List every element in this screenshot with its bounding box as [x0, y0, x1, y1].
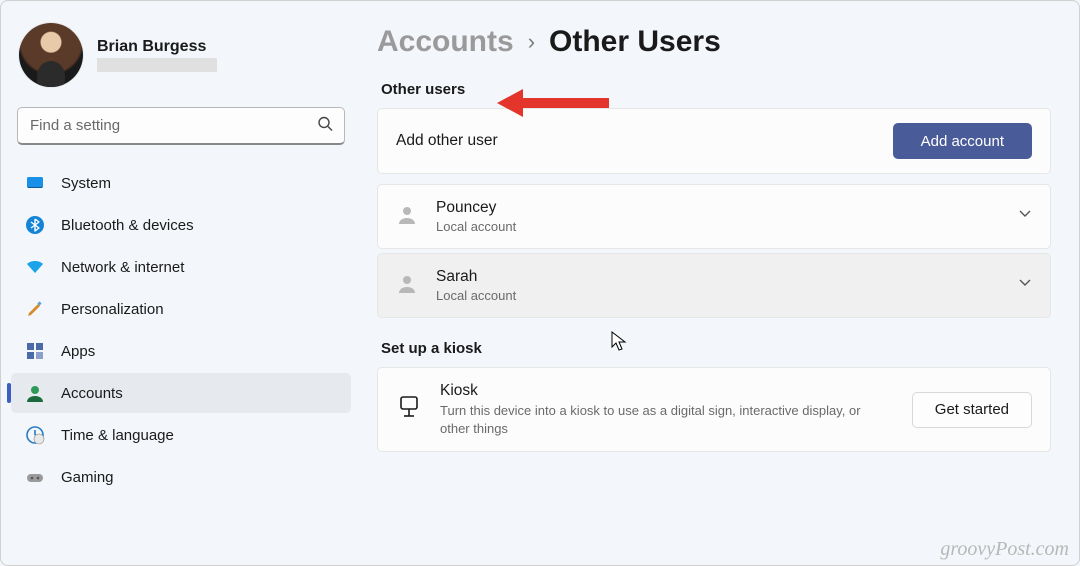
kiosk-row: Kiosk Turn this device into a kiosk to u…	[377, 367, 1051, 452]
user-row-sarah[interactable]: Sarah Local account	[377, 253, 1051, 318]
sidebar: Brian Burgess System	[1, 1, 361, 565]
chevron-right-icon: ›	[528, 29, 535, 55]
get-started-button[interactable]: Get started	[912, 392, 1032, 428]
sidebar-item-label: System	[61, 175, 111, 192]
avatar	[19, 23, 83, 87]
page-title: Other Users	[549, 25, 721, 59]
search-icon	[317, 116, 333, 137]
chevron-down-icon	[1018, 276, 1032, 295]
sidebar-item-label: Gaming	[61, 469, 114, 486]
sidebar-item-system[interactable]: System	[11, 163, 351, 203]
sidebar-item-label: Time & language	[61, 427, 174, 444]
breadcrumb-parent[interactable]: Accounts	[377, 25, 514, 59]
chevron-down-icon	[1018, 207, 1032, 226]
person-icon	[25, 383, 45, 403]
main-panel: Accounts › Other Users Other users Add o…	[361, 1, 1079, 565]
kiosk-title: Kiosk	[440, 382, 894, 400]
sidebar-nav: System Bluetooth & devices Network & int…	[11, 163, 351, 497]
search-wrap	[17, 107, 345, 145]
paintbrush-icon	[25, 299, 45, 319]
add-other-user-row: Add other user Add account	[377, 108, 1051, 174]
sidebar-item-label: Apps	[61, 343, 95, 360]
sidebar-item-apps[interactable]: Apps	[11, 331, 351, 371]
section-heading-other-users: Other users	[381, 81, 1051, 98]
section-heading-kiosk: Set up a kiosk	[381, 340, 1051, 357]
breadcrumb: Accounts › Other Users	[377, 25, 1051, 59]
person-icon	[396, 272, 418, 299]
display-icon	[25, 173, 45, 193]
bluetooth-icon	[25, 215, 45, 235]
sidebar-item-gaming[interactable]: Gaming	[11, 457, 351, 497]
kiosk-icon	[396, 394, 422, 425]
sidebar-item-label: Personalization	[61, 301, 164, 318]
user-type: Local account	[436, 288, 1000, 303]
sidebar-item-bluetooth[interactable]: Bluetooth & devices	[11, 205, 351, 245]
sidebar-item-label: Bluetooth & devices	[61, 217, 194, 234]
watermark: groovyPost.com	[940, 538, 1069, 561]
sidebar-item-personalization[interactable]: Personalization	[11, 289, 351, 329]
profile-email-redacted	[97, 58, 217, 72]
add-account-button[interactable]: Add account	[893, 123, 1032, 159]
user-name: Pouncey	[436, 199, 1000, 217]
wifi-icon	[25, 257, 45, 277]
profile-name: Brian Burgess	[97, 38, 217, 56]
sidebar-item-accounts[interactable]: Accounts	[11, 373, 351, 413]
apps-icon	[25, 341, 45, 361]
user-type: Local account	[436, 219, 1000, 234]
search-input[interactable]	[17, 107, 345, 145]
user-row-pouncey[interactable]: Pouncey Local account	[377, 184, 1051, 249]
person-icon	[396, 203, 418, 230]
gamepad-icon	[25, 467, 45, 487]
clock-globe-icon	[25, 425, 45, 445]
sidebar-item-network[interactable]: Network & internet	[11, 247, 351, 287]
sidebar-item-label: Accounts	[61, 385, 123, 402]
profile-block[interactable]: Brian Burgess	[11, 21, 351, 99]
sidebar-item-label: Network & internet	[61, 259, 184, 276]
sidebar-item-time-language[interactable]: Time & language	[11, 415, 351, 455]
add-other-user-label: Add other user	[396, 132, 875, 150]
settings-window: Brian Burgess System	[1, 1, 1079, 565]
user-name: Sarah	[436, 268, 1000, 286]
kiosk-description: Turn this device into a kiosk to use as …	[440, 402, 870, 437]
